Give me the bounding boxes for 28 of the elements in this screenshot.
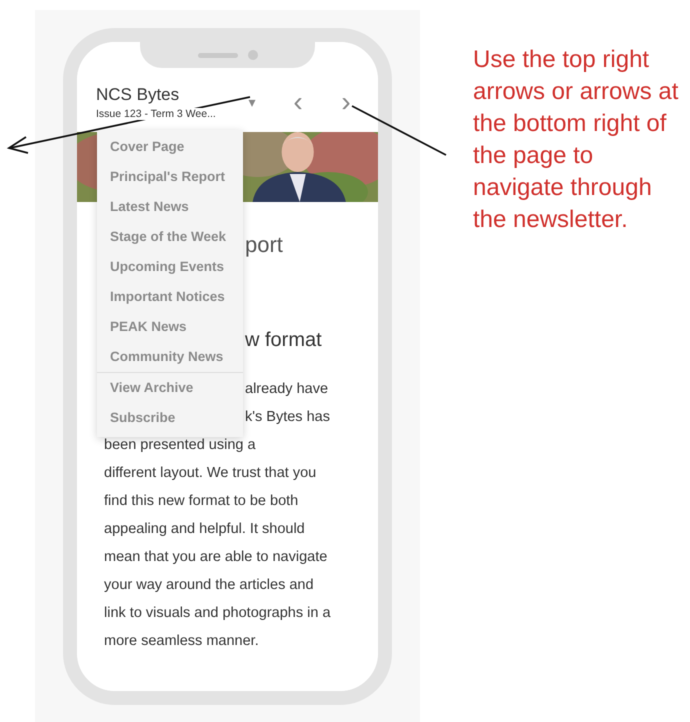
issue-subtitle: Issue 123 - Term 3 Wee... — [96, 108, 216, 120]
body-text-line: k's Bytes has — [245, 408, 331, 427]
menu-item[interactable]: PEAK News — [97, 312, 243, 342]
body-text-line: your way around the articles and — [104, 576, 315, 595]
body-text-line: been presented using a — [104, 436, 257, 455]
body-text-line: mean that you are able to navigate — [104, 548, 328, 567]
menu-item[interactable]: View Archive — [97, 373, 243, 403]
body-text-line: link to visuals and photographs in a — [104, 604, 332, 623]
menu-dropdown-button[interactable]: ▾ — [242, 94, 262, 110]
body-text-line: find this new format to be both — [104, 492, 300, 511]
body-text-line: already have — [245, 380, 330, 399]
section-heading: w format — [245, 329, 323, 353]
menu-item[interactable]: Subscribe — [97, 403, 243, 433]
body-text-line: appealing and helpful. It should — [104, 520, 306, 539]
menu-item[interactable]: Community News — [97, 342, 243, 372]
body-text-line: more seamless manner. — [104, 632, 260, 651]
article-title: port — [245, 232, 284, 259]
previous-page-button[interactable]: ‹ — [286, 88, 310, 116]
menu-item[interactable]: Cover Page — [97, 132, 243, 162]
menu-item[interactable]: Upcoming Events — [97, 252, 243, 282]
menu-item[interactable]: Principal's Report — [97, 162, 243, 192]
newsletter-title: NCS Bytes — [96, 84, 180, 104]
menu-item[interactable]: Important Notices — [97, 282, 243, 312]
menu-item[interactable]: Stage of the Week — [97, 222, 243, 252]
instruction-text: Use the top right arrows or arrows at the bottom right of the page to navigate through the newsletter. — [473, 45, 680, 235]
body-text-line: different layout. We trust that you — [104, 464, 318, 483]
next-page-button[interactable]: › — [334, 88, 358, 116]
menu-item[interactable]: Latest News — [97, 192, 243, 222]
